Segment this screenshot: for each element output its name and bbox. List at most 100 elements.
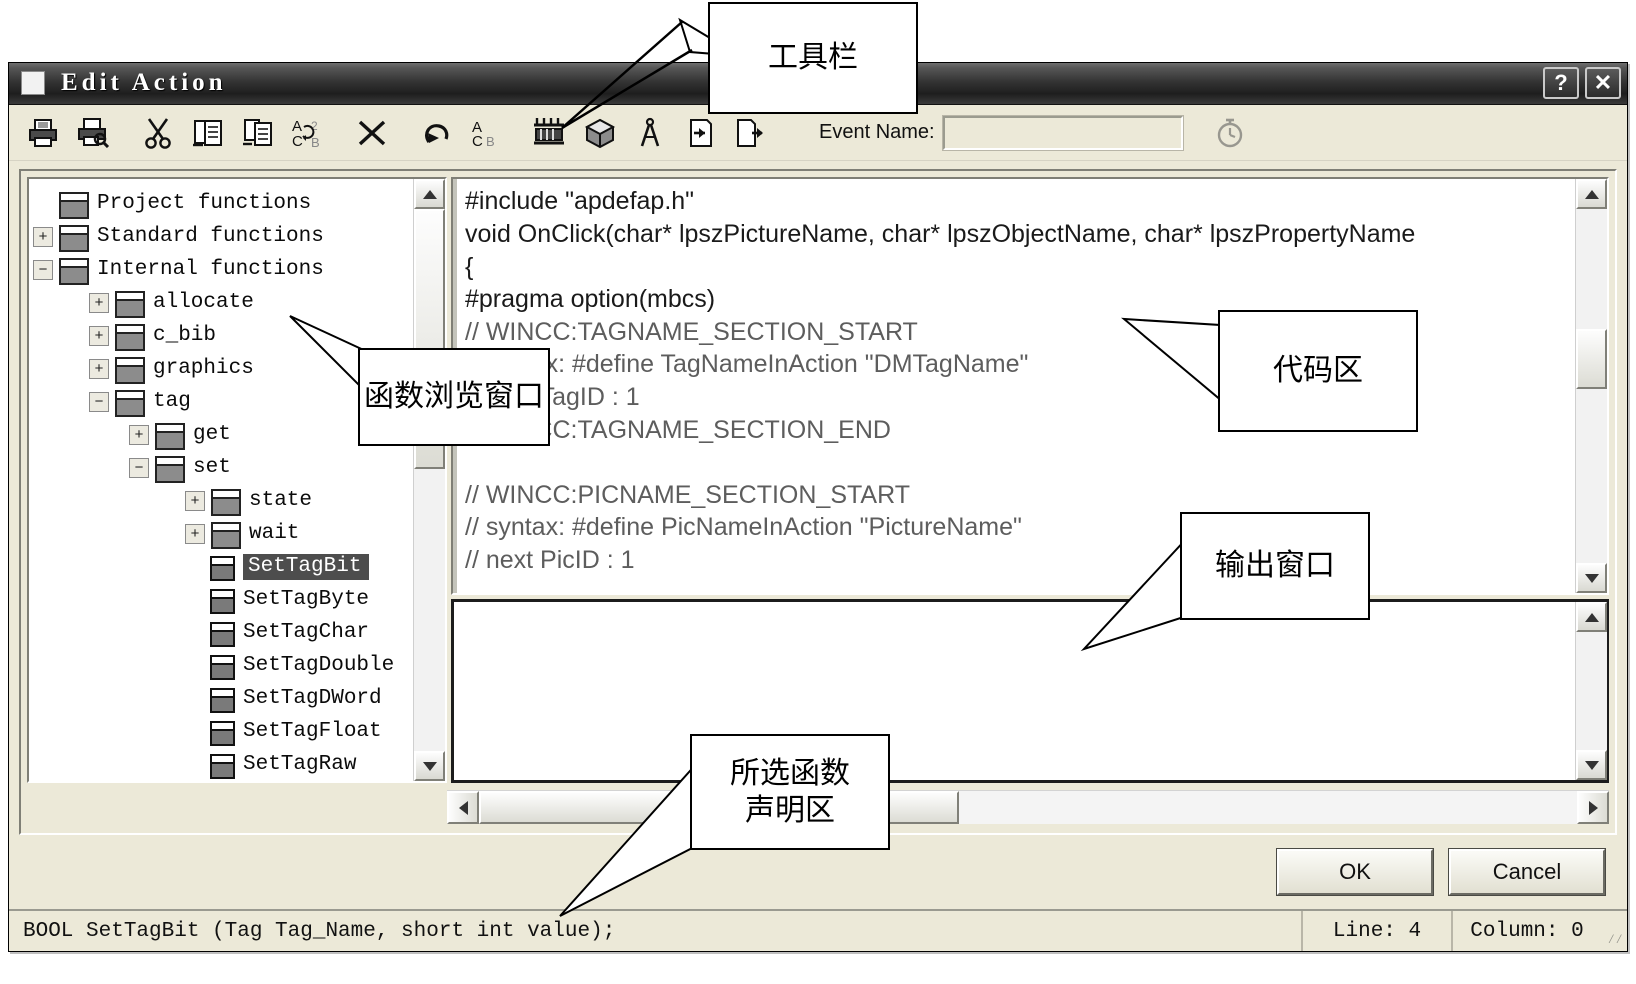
tree-node-wait[interactable]: + wait — [33, 517, 413, 550]
hscroll-left-button[interactable] — [447, 791, 479, 825]
code-scroll-up-button[interactable] — [1576, 179, 1607, 210]
resize-grip-icon[interactable]: ⁄⁄ — [1601, 911, 1627, 951]
output-vertical-scrollbar[interactable] — [1575, 602, 1607, 781]
collapse-icon[interactable]: − — [129, 457, 149, 478]
tree-scroll-down-button[interactable] — [414, 751, 445, 782]
tree-scroll-up-button[interactable] — [414, 179, 445, 210]
code-line: { — [465, 252, 474, 281]
output-scroll-track[interactable] — [1576, 632, 1607, 751]
folder-icon — [114, 290, 145, 318]
export-icon[interactable] — [725, 110, 775, 156]
cancel-button[interactable]: Cancel — [1448, 848, 1606, 897]
function-icon — [210, 621, 235, 647]
help-button[interactable]: ? — [1543, 67, 1579, 100]
output-text[interactable] — [454, 602, 1575, 780]
timer-icon[interactable] — [1205, 110, 1255, 156]
function-icon — [210, 555, 235, 581]
expand-icon[interactable]: + — [185, 490, 205, 511]
tree-node-settagchar[interactable]: SetTagChar — [33, 616, 413, 649]
match-case-icon[interactable]: A C B — [461, 110, 511, 156]
tree-vertical-scrollbar[interactable] — [413, 179, 445, 782]
cut-icon[interactable] — [133, 110, 183, 156]
expand-icon[interactable]: + — [89, 358, 109, 379]
import-icon[interactable] — [675, 110, 725, 156]
expand-icon[interactable]: + — [185, 523, 205, 544]
status-bar: BOOL SetTagBit (Tag Tag_Name, short int … — [9, 909, 1627, 951]
svg-text:2: 2 — [311, 119, 318, 133]
tree-node-set[interactable]: − set — [33, 451, 413, 484]
output-scroll-down-button[interactable] — [1576, 750, 1607, 781]
tree-node-label: set — [193, 456, 231, 480]
compass-icon[interactable] — [625, 110, 675, 156]
function-icon — [210, 687, 235, 713]
tree-node-tag[interactable]: − tag — [33, 385, 413, 418]
tree-node-settagfloat[interactable]: SetTagFloat — [33, 715, 413, 748]
code-scroll-thumb[interactable] — [1576, 329, 1607, 390]
folder-icon — [58, 257, 89, 285]
tree-node-state[interactable]: + state — [33, 484, 413, 517]
tree-node-label: SetTagChar — [243, 621, 370, 645]
print-icon[interactable] — [19, 110, 69, 156]
package-icon[interactable] — [575, 110, 625, 156]
close-button[interactable]: ✕ — [1585, 67, 1621, 100]
compile-icon[interactable] — [525, 110, 575, 156]
tree-node-settagbit[interactable]: SetTagBit — [33, 550, 413, 583]
copy-icon[interactable] — [183, 110, 233, 156]
tree-node-settagdword[interactable]: SetTagDWord — [33, 682, 413, 715]
hscroll-track[interactable] — [479, 791, 1577, 825]
expand-icon[interactable]: + — [89, 325, 109, 346]
folder-icon — [114, 389, 145, 417]
folder-icon — [154, 422, 185, 450]
tree-node-project-functions[interactable]: Project functions — [33, 187, 413, 220]
horizontal-scrollbar[interactable] — [447, 790, 1609, 825]
tree-node-label: c_bib — [153, 324, 217, 348]
folder-icon — [210, 521, 241, 549]
delete-icon[interactable] — [347, 110, 397, 156]
tree-node-label: graphics — [153, 357, 254, 381]
undo-icon[interactable] — [411, 110, 461, 156]
tree-node-settagraw[interactable]: SetTagRaw — [33, 748, 413, 781]
svg-text:C: C — [292, 133, 303, 149]
tree-node-standard-functions[interactable]: + Standard functions — [33, 220, 413, 253]
output-pane — [451, 599, 1609, 784]
expand-icon[interactable]: + — [89, 292, 109, 313]
tree-node-label: Project functions — [97, 192, 312, 216]
tree-node-graphics[interactable]: + graphics — [33, 352, 413, 385]
svg-text:B: B — [486, 134, 495, 149]
print-preview-icon[interactable] — [69, 110, 119, 156]
event-name-input[interactable] — [941, 114, 1184, 151]
code-scroll-down-button[interactable] — [1576, 563, 1607, 594]
tree-node-allocate[interactable]: + allocate — [33, 286, 413, 319]
paste-icon[interactable] — [233, 110, 283, 156]
code-scroll-track[interactable] — [1576, 209, 1607, 564]
tree-node-label: SetTagFloat — [243, 720, 382, 744]
hscroll-right-button[interactable] — [1577, 791, 1609, 825]
tree-node-internal-functions[interactable]: − Internal functions — [33, 253, 413, 286]
tree-node-label: Internal functions — [97, 258, 324, 282]
output-scroll-up-button[interactable] — [1576, 602, 1607, 633]
panes: Project functions + Standard functions − Int… — [27, 177, 1609, 784]
annotation-function-browser: 函数浏览窗口 — [358, 348, 550, 446]
tree-node-get[interactable]: + get — [33, 418, 413, 451]
collapse-icon[interactable]: − — [33, 259, 53, 280]
function-icon — [210, 588, 235, 614]
expand-icon[interactable]: + — [33, 226, 53, 247]
tree-node-settagdouble[interactable]: SetTagDouble — [33, 649, 413, 682]
replace-icon[interactable]: A C 2 B — [283, 110, 333, 156]
code-line: // WINCC:PICNAME_SECTION_START — [465, 480, 910, 509]
tree-node-c-bib[interactable]: + c_bib — [33, 319, 413, 352]
ok-button[interactable]: OK — [1276, 848, 1434, 897]
code-vertical-scrollbar[interactable] — [1575, 179, 1607, 594]
tree-node-settagbyte[interactable]: SetTagByte — [33, 583, 413, 616]
tree-node-label: state — [249, 489, 313, 513]
tree-node-label: SetTagByte — [243, 588, 370, 612]
function-tree[interactable]: Project functions + Standard functions − Int… — [29, 179, 413, 781]
tree-scroll-track[interactable] — [414, 209, 445, 752]
expand-icon[interactable]: + — [129, 424, 149, 445]
collapse-icon[interactable]: − — [89, 391, 109, 412]
